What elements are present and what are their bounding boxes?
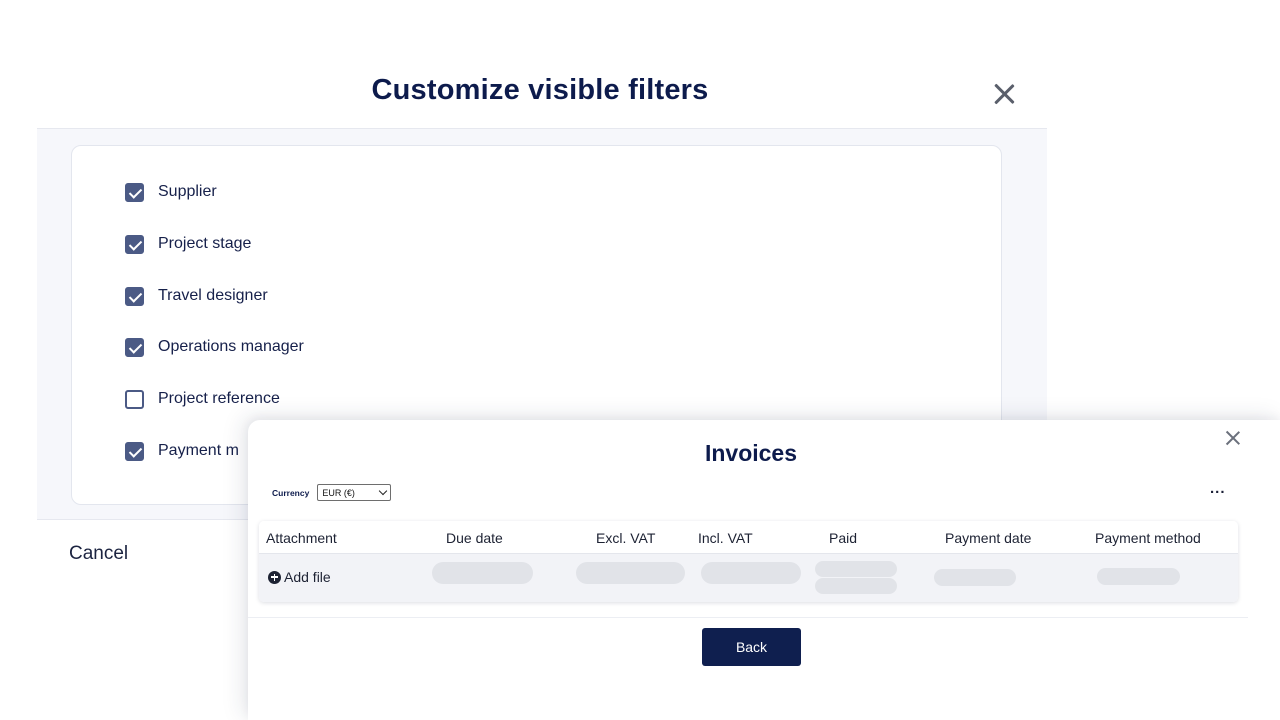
invoices-title: Invoices <box>704 440 798 466</box>
more-options-button[interactable]: ... <box>1210 480 1226 497</box>
loading-placeholder <box>576 562 685 584</box>
add-file-button[interactable]: Add file <box>268 569 331 585</box>
loading-placeholder <box>1097 568 1180 585</box>
checkbox[interactable] <box>125 182 144 202</box>
filter-item-project-reference[interactable]: Project reference <box>125 389 280 409</box>
filter-item-operations-manager[interactable]: Operations manager <box>125 337 304 357</box>
column-header-excl-vat[interactable]: Excl. VAT <box>596 530 655 546</box>
column-header-incl-vat[interactable]: Incl. VAT <box>698 530 753 546</box>
column-header-payment-date[interactable]: Payment date <box>945 530 1031 546</box>
column-header-due-date[interactable]: Due date <box>446 530 503 546</box>
checkbox[interactable] <box>125 234 144 254</box>
cancel-button[interactable]: Cancel <box>69 543 128 565</box>
invoices-table: Attachment Due date Excl. VAT Incl. VAT … <box>259 521 1238 602</box>
loading-placeholder <box>701 562 801 584</box>
loading-placeholder <box>815 578 897 594</box>
loading-placeholder <box>815 561 897 577</box>
filter-item-supplier[interactable]: Supplier <box>125 182 217 202</box>
filters-dialog-title: Customize visible filters <box>371 74 709 106</box>
close-icon[interactable] <box>1224 429 1242 447</box>
filter-label: Project stage <box>158 235 252 252</box>
currency-select[interactable]: EUR (€) <box>317 484 392 501</box>
close-icon[interactable] <box>990 80 1018 108</box>
loading-placeholder <box>432 562 533 584</box>
loading-placeholder <box>934 569 1016 586</box>
checkbox[interactable] <box>125 441 144 461</box>
back-button[interactable]: Back <box>702 628 801 666</box>
filter-label: Project reference <box>158 390 280 407</box>
filter-label: Payment m <box>158 442 239 459</box>
table-row: Add file <box>259 554 1238 602</box>
filter-item-travel-designer[interactable]: Travel designer <box>125 286 268 306</box>
filter-label: Travel designer <box>158 287 268 304</box>
filter-label: Operations manager <box>158 338 304 355</box>
filter-item-project-stage[interactable]: Project stage <box>125 234 251 254</box>
table-header: Attachment Due date Excl. VAT Incl. VAT … <box>259 521 1238 554</box>
currency-row: Currency EUR (€) <box>272 484 392 501</box>
column-header-attachment[interactable]: Attachment <box>266 530 337 546</box>
filter-label: Supplier <box>158 183 217 200</box>
checkbox[interactable] <box>125 286 144 306</box>
currency-value: EUR (€) <box>322 487 355 498</box>
chevron-down-icon <box>379 486 388 496</box>
plus-circle-icon <box>268 570 281 584</box>
column-header-paid[interactable]: Paid <box>829 530 857 546</box>
filter-item-payment-method[interactable]: Payment m <box>125 441 239 461</box>
column-header-payment-method[interactable]: Payment method <box>1095 530 1201 546</box>
invoices-modal: Invoices Currency EUR (€) ... Attachment… <box>248 420 1280 720</box>
checkbox[interactable] <box>125 337 144 357</box>
currency-label: Currency <box>272 487 310 498</box>
modal-footer-divider <box>248 617 1248 618</box>
add-file-label: Add file <box>284 569 331 585</box>
checkbox[interactable] <box>125 389 144 409</box>
